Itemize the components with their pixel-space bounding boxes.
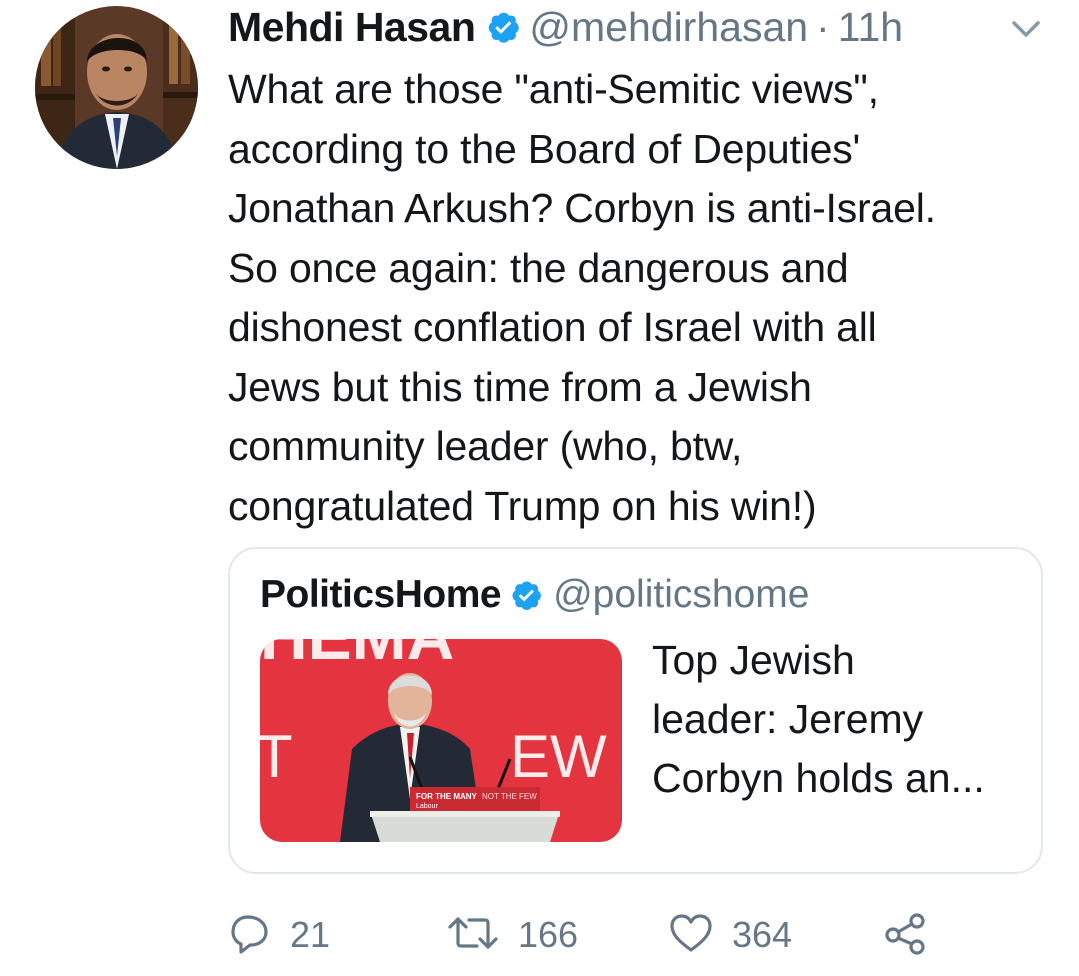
quoted-author-handle: @politicshome [553, 573, 810, 616]
verified-badge-icon [509, 578, 543, 612]
author-name[interactable]: Mehdi Hasan [228, 4, 476, 51]
reply-count: 21 [290, 914, 331, 955]
podium-text-bold: FOR THE MANY [416, 792, 478, 801]
author-avatar[interactable] [35, 6, 198, 169]
reply-icon [228, 911, 272, 960]
backdrop-text-left: T [260, 723, 293, 790]
backdrop-text-top: HEMA [260, 639, 454, 673]
quoted-tweet-image[interactable]: HEMA T EW FOR THE MANY NOT THE FEW Labou… [260, 639, 622, 842]
author-handle[interactable]: @mehdirhasan [529, 4, 808, 51]
quoted-author-name: PoliticsHome [260, 573, 502, 616]
avatar-image [35, 6, 198, 169]
like-button[interactable]: 364 [668, 905, 792, 965]
retweet-icon [446, 911, 500, 960]
quoted-tweet-summary: Top Jewish leader: Jeremy Corbyn holds a… [652, 637, 985, 801]
quoted-tweet-header: PoliticsHome @politicshome [260, 573, 809, 617]
tweet-timestamp[interactable]: 11h [838, 4, 903, 51]
like-count: 364 [732, 914, 793, 955]
heart-icon [668, 911, 714, 960]
verified-badge-icon [485, 9, 521, 45]
backdrop-text-right: EW [510, 723, 607, 790]
quoted-tweet-card[interactable]: PoliticsHome @politicshome HEMA T EW [228, 547, 1043, 874]
chevron-down-icon[interactable] [1008, 14, 1044, 44]
retweet-count: 166 [518, 914, 579, 955]
tweet-text: What are those "anti-Semitic views", acc… [228, 66, 936, 529]
share-icon [883, 911, 929, 960]
podium-logo: Labour [416, 803, 438, 810]
header-separator: · [816, 3, 830, 50]
podium-text-light: NOT THE FEW [482, 792, 537, 801]
share-button[interactable] [883, 905, 929, 965]
tweet-actions: 21 166 364 [228, 905, 1028, 965]
reply-button[interactable]: 21 [228, 905, 330, 965]
tweet-header: Mehdi Hasan @mehdirhasan · 11h [228, 2, 903, 52]
retweet-button[interactable]: 166 [446, 905, 578, 965]
